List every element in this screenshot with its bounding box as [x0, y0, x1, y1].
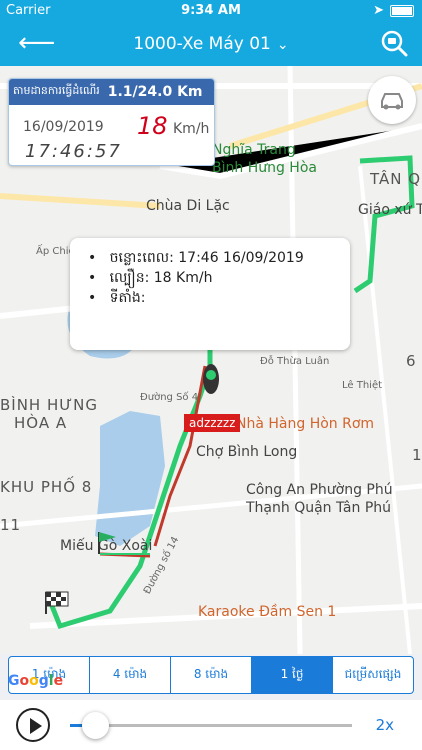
search-vehicle-icon[interactable] — [380, 29, 408, 57]
trip-info-header: តាមដានការធ្វើដំណើរ 1.1/24.0 Km — [9, 79, 214, 105]
vehicle-title: 1000-Xe Máy 01 — [133, 34, 271, 54]
point-detail-popup: • ចន្លោះពេល: 17:46 16/09/2019 • ល្បឿន: 1… — [70, 238, 350, 350]
current-speed: 18 — [137, 112, 168, 140]
map-label-duong-so-4: Đường Số 4 — [140, 392, 199, 403]
trip-distance: 1.1/24.0 Km — [107, 84, 203, 100]
map-label-khu-pho: KHU PHỐ 8 — [0, 478, 93, 496]
playback-bar: 2x — [0, 700, 422, 750]
map-label-le-thiet: Lê Thiệt — [342, 380, 383, 391]
finish-flag-icon — [45, 591, 69, 614]
map-label-binh-hung-hoa: Bình Hưng Hòa — [212, 160, 317, 176]
vehicle-view-button[interactable] — [368, 76, 416, 124]
map-label-11: 11 — [0, 516, 22, 534]
map-label-hoa-a: HÒA A — [14, 414, 68, 432]
map-label-cong-an-1: Công An Phường Phú — [246, 482, 393, 498]
map-label-1: 1 — [412, 446, 422, 464]
playback-slider-knob[interactable] — [82, 712, 110, 739]
map-label-binh-hung: BÌNH HƯNG — [0, 396, 98, 414]
trip-info-card: តាមដានការធ្វើដំណើរ 1.1/24.0 Km 16/09/201… — [8, 78, 215, 166]
popup-time: ចន្លោះពេល: 17:46 16/09/2019 — [109, 250, 304, 266]
motorbike-marker-icon[interactable] — [198, 362, 224, 396]
location-arrow-icon: ➤ — [373, 3, 384, 18]
trip-tracking-label: តាមដានការធ្វើដំណើរ — [13, 84, 100, 97]
playback-rate-button[interactable]: 2x — [376, 716, 394, 734]
map-label-karaoke: Karaoke Đầm Sen 1 — [198, 604, 337, 620]
trip-date: 16/09/2019 — [23, 119, 104, 135]
tab-2[interactable]: 8 ម៉ោង — [171, 657, 252, 693]
map-label-nha-hang: Nhà Hàng Hòn Rơm — [236, 416, 375, 432]
car-icon — [381, 93, 403, 110]
vehicle-selector[interactable]: 1000-Xe Máy 01 ⌄ — [0, 34, 422, 54]
popup-speed-row: • ល្បឿន: 18 Km/h — [88, 270, 213, 286]
tab-3[interactable]: 1 ថ្ងៃ — [252, 657, 333, 693]
vehicle-plate-tag: adzzzzz — [184, 414, 241, 432]
map-label-giao-xu: Giáo xứ Tân — [358, 202, 422, 218]
play-button[interactable] — [16, 708, 50, 742]
map-label-cho-binh-long: Chợ Bình Long — [196, 444, 298, 460]
speed-unit: Km/h — [173, 121, 210, 137]
tab-4[interactable]: ជម្រើសផ្សេង — [333, 657, 413, 693]
popup-time-row: • ចន្លោះពេល: 17:46 16/09/2019 — [88, 250, 304, 266]
trip-clock: 17:46:57 — [25, 141, 122, 162]
playback-track[interactable] — [70, 724, 352, 727]
start-flag-icon — [98, 532, 116, 554]
map-label-cong-an-2: Thạnh Quận Tân Phú — [246, 500, 392, 516]
status-bar: Carrier 9:34 AM ➤ — [0, 0, 422, 22]
nav-bar: ⟵ 1000-Xe Máy 01 ⌄ — [0, 22, 422, 66]
map-label-tan-qu: TÂN QU — [370, 170, 422, 188]
map-label-nghia-trang: Nghĩa Trang — [212, 142, 296, 158]
map-label-chua-di-lac: Chùa Di Lặc — [146, 198, 230, 214]
popup-location-row: • ទីតាំង: — [88, 290, 146, 306]
google-logo: Google — [8, 673, 64, 689]
battery-icon — [390, 4, 414, 17]
popup-speed: ល្បឿន: 18 Km/h — [109, 270, 213, 286]
map-label-6: 6 — [406, 352, 417, 370]
time-range-tabs: 1 ម៉ោង 4 ម៉ោង 8 ម៉ោង 1 ថ្ងៃ ជម្រើសផ្សេង — [8, 656, 414, 694]
map-label-do-thua-luan: Đỗ Thừa Luân — [260, 356, 330, 367]
chevron-down-icon: ⌄ — [276, 37, 289, 53]
status-time: 9:34 AM — [181, 3, 241, 18]
tab-1[interactable]: 4 ម៉ោង — [90, 657, 171, 693]
status-right: ➤ — [373, 3, 414, 18]
popup-location: ទីតាំង: — [109, 290, 146, 306]
